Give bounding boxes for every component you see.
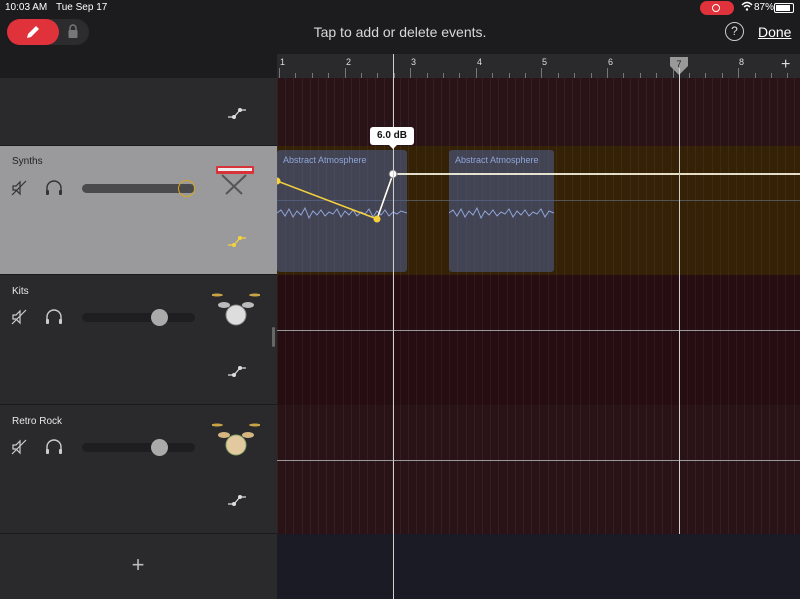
ruler-tick (475, 68, 477, 78)
headphone-icon[interactable] (45, 439, 63, 455)
panel-resize-handle[interactable] (272, 327, 275, 347)
bar-number: 3 (411, 57, 417, 67)
ruler-tick (410, 68, 412, 78)
status-date: Tue Sep 17 (56, 2, 108, 13)
track-name: Retro Rock (12, 416, 63, 427)
track-header-empty[interactable] (0, 78, 277, 146)
volume-slider[interactable] (82, 180, 195, 197)
bar-number: 6 (608, 57, 614, 67)
automation-curve[interactable] (277, 78, 800, 534)
arrange-area[interactable]: Abstract Atmosphere Abstract Atmosphere (277, 78, 800, 534)
track-header-kits[interactable]: Kits (0, 275, 277, 405)
toolbar: Tap to add or delete events. ? Done (0, 16, 800, 54)
track-header-spacer (0, 54, 277, 78)
volume-slider[interactable] (82, 439, 195, 456)
automation-icon-active[interactable] (226, 234, 248, 248)
add-track-area: + (0, 534, 277, 599)
add-track-button[interactable]: + (128, 552, 148, 578)
volume-knob[interactable] (151, 439, 168, 456)
mute-icon[interactable] (11, 309, 27, 325)
mute-icon[interactable] (11, 439, 27, 455)
playhead-line (679, 68, 680, 534)
help-button[interactable]: ? (725, 22, 744, 41)
mute-icon[interactable] (11, 180, 27, 196)
screen-record-indicator (700, 1, 734, 15)
automation-icon[interactable] (226, 493, 248, 507)
wifi-icon (741, 1, 753, 14)
volume-slider[interactable] (82, 309, 195, 326)
status-time: 10:03 AM (5, 2, 48, 13)
toolbar-hint: Tap to add or delete events. (313, 24, 487, 40)
empty-arrange-area[interactable] (277, 534, 800, 599)
bar-number: 1 (280, 57, 286, 67)
battery-percent: 87% (754, 2, 775, 13)
headphone-icon[interactable] (45, 180, 63, 196)
bar-number: 2 (346, 57, 352, 67)
drum-kit-icon (212, 423, 260, 456)
track-name: Kits (12, 286, 29, 297)
track-header-retro-rock[interactable]: Retro Rock (0, 405, 277, 534)
status-bar: 10:03 AM Tue Sep 17 87% (0, 0, 800, 16)
add-section-button[interactable]: + (781, 56, 790, 74)
automation-point[interactable] (277, 177, 281, 185)
bar-number: 5 (542, 57, 548, 67)
automation-icon[interactable] (226, 364, 248, 378)
bar-number: 8 (739, 57, 745, 67)
done-button[interactable]: Done (758, 24, 791, 40)
track-header-synths[interactable]: Synths (0, 146, 277, 275)
volume-knob[interactable] (178, 180, 195, 197)
battery-icon (774, 3, 794, 13)
automation-icon[interactable] (226, 106, 248, 120)
automation-value-tooltip: 6.0 dB (370, 127, 414, 149)
ruler-tick (344, 68, 346, 78)
volume-knob[interactable] (151, 309, 168, 326)
ruler-tick (541, 68, 543, 78)
bar-number: 4 (477, 57, 483, 67)
ruler-tick (279, 68, 280, 78)
track-name: Synths (12, 156, 43, 167)
ruler-tick (607, 68, 608, 78)
automation-point[interactable] (373, 215, 381, 223)
ruler-tick (738, 68, 740, 78)
keyboard-synth-icon (216, 166, 254, 195)
headphone-icon[interactable] (45, 309, 63, 325)
drum-kit-icon (212, 293, 260, 326)
timeline-ruler[interactable]: 1 2 3 4 5 6 7 8 7 (277, 54, 800, 78)
